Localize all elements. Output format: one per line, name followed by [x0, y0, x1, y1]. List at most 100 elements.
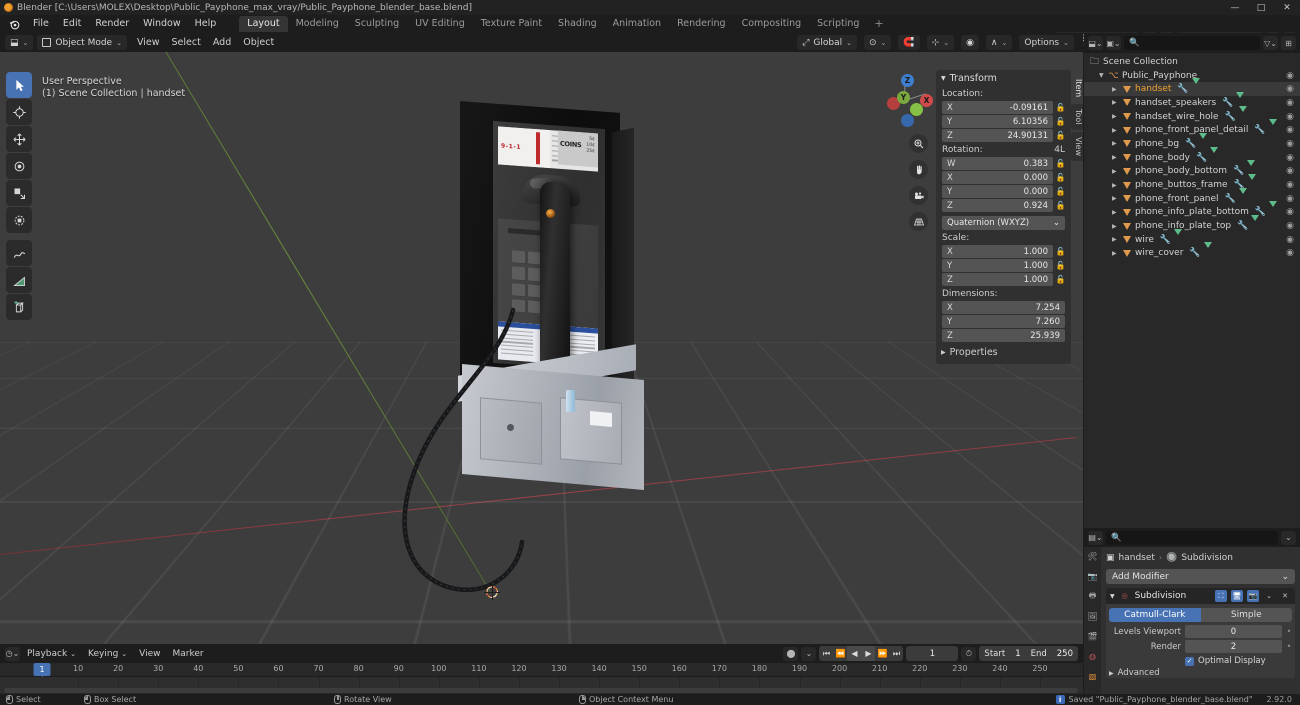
- viewport-options-button[interactable]: Options ⌄: [1019, 35, 1074, 50]
- outliner-row-scene-collection[interactable]: 🗀 Scene Collection: [1084, 55, 1300, 69]
- mesh-data-icon[interactable]: [1238, 187, 1247, 204]
- n-tab-tool[interactable]: Tool: [1071, 104, 1083, 130]
- rotation-w-field[interactable]: W 0.383: [942, 157, 1053, 170]
- tab-layout[interactable]: Layout: [239, 16, 288, 32]
- outliner-row-handset-speakers[interactable]: ▶ handset_speakers 🔧 ◉: [1084, 91, 1300, 110]
- chevron-right-icon[interactable]: ▶: [1112, 99, 1121, 106]
- world-properties-tab[interactable]: ◍: [1086, 650, 1099, 663]
- 3d-viewport[interactable]: 9-1-1 COINS 5¢ 10¢ 25¢ User Perspective …: [0, 52, 1083, 644]
- add-cube-tool[interactable]: [6, 294, 32, 320]
- visibility-eye-icon[interactable]: ◉: [1285, 194, 1295, 204]
- outliner-row-phone-body-bottom[interactable]: ▶ phone_body_bottom 🔧 ◉: [1084, 160, 1300, 179]
- modifier-icon[interactable]: 🔧: [1237, 221, 1248, 231]
- modifier-dropdown-icon[interactable]: ⌄: [1263, 590, 1275, 602]
- viewport-menu-object[interactable]: Object: [237, 37, 280, 48]
- scale-z-field[interactable]: Z 1.000: [942, 273, 1053, 286]
- location-x-field[interactable]: X -0.09161: [942, 101, 1053, 114]
- simple-button[interactable]: Simple: [1200, 608, 1292, 622]
- mesh-data-icon[interactable]: [1174, 228, 1183, 245]
- modifier-icon[interactable]: 🔧: [1196, 153, 1207, 163]
- timeline-editor-type-button[interactable]: ◷⌄: [5, 646, 20, 661]
- chevron-right-icon[interactable]: ▶: [1112, 236, 1121, 243]
- visibility-eye-icon[interactable]: ◉: [1285, 221, 1295, 231]
- outliner-row-phone-info-plate-top[interactable]: ▶ phone_info_plate_top 🔧 ◉: [1084, 215, 1300, 233]
- catmull-clark-button[interactable]: Catmull-Clark: [1109, 608, 1201, 622]
- editor-type-button[interactable]: ⬓ ⌄: [5, 35, 34, 50]
- scale-y-field[interactable]: Y 1.000: [942, 259, 1053, 272]
- chevron-right-icon[interactable]: ▶: [1112, 250, 1121, 257]
- chevron-right-icon[interactable]: ▶: [1112, 195, 1121, 202]
- tab-shading[interactable]: Shading: [550, 16, 605, 32]
- add-modifier-button[interactable]: Add Modifier ⌄: [1106, 569, 1295, 584]
- auto-keying-toggle[interactable]: ⬤: [783, 646, 799, 661]
- maximize-button[interactable]: □: [1248, 0, 1274, 15]
- menu-help[interactable]: Help: [188, 16, 224, 32]
- outliner-row-handset[interactable]: ▶ handset 🔧 ◉: [1084, 78, 1300, 97]
- proportional-edit-toggle[interactable]: ◉: [961, 35, 979, 50]
- play-button[interactable]: ▶: [861, 646, 876, 661]
- use-preview-range-icon[interactable]: ⏱: [961, 646, 977, 661]
- payphone-model[interactable]: 9-1-1 COINS 5¢ 10¢ 25¢: [450, 82, 650, 502]
- jump-to-end-button[interactable]: ⏭: [889, 646, 904, 661]
- modifier-icon[interactable]: 🔧: [1225, 112, 1236, 122]
- gizmo-axis-y-neg[interactable]: [910, 103, 923, 116]
- next-keyframe-button[interactable]: ⏩: [875, 646, 890, 661]
- timeline-menu-keying[interactable]: Keying ⌄: [83, 649, 132, 659]
- timeline-horizontal-scrollbar[interactable]: [4, 688, 1078, 693]
- modifier-icon[interactable]: 🔧: [1254, 125, 1265, 135]
- rotation-z-field[interactable]: Z 0.924: [942, 199, 1053, 212]
- lock-icon[interactable]: 🔓: [1056, 116, 1066, 127]
- outliner-row-phone-info-plate-bottom[interactable]: ▶ phone_info_plate_bottom 🔧 ◉: [1084, 201, 1300, 220]
- snap-toggle[interactable]: 🧲: [898, 35, 920, 50]
- blender-logo-icon[interactable]: [6, 17, 22, 31]
- previous-keyframe-button[interactable]: ⏪: [833, 646, 848, 661]
- chevron-right-icon[interactable]: ▶: [1112, 86, 1121, 93]
- timeline-menu-view[interactable]: View: [134, 649, 165, 659]
- transform-panel-header[interactable]: ▼ Transform: [936, 70, 1071, 86]
- camera-view-icon[interactable]: [909, 186, 928, 205]
- modifier-icon[interactable]: 🔧: [1225, 194, 1236, 204]
- visibility-eye-icon[interactable]: ◉: [1285, 112, 1295, 122]
- outliner-row-handset-wire-hole[interactable]: ▶ handset_wire_hole 🔧 ◉: [1084, 105, 1300, 124]
- modifier-name[interactable]: Subdivision: [1135, 591, 1211, 601]
- optimal-display-checkbox[interactable]: ✓: [1185, 656, 1194, 666]
- outliner-display-mode-button[interactable]: ▣⌄: [1106, 36, 1121, 50]
- outliner-row-phone-body[interactable]: ▶ phone_body 🔧 ◉: [1084, 146, 1300, 165]
- end-frame-value[interactable]: 250: [1052, 649, 1078, 659]
- auto-keying-options[interactable]: ⌄: [801, 646, 817, 661]
- optimal-display-row[interactable]: ✓ Optimal Display: [1185, 656, 1292, 666]
- jump-to-start-button[interactable]: ⏮: [819, 646, 834, 661]
- chevron-right-icon[interactable]: ▶: [1112, 182, 1121, 189]
- modifier-icon[interactable]: 🔧: [1185, 139, 1196, 149]
- transform-orientation-selector[interactable]: ⤢ Global ⌄: [797, 35, 857, 50]
- chevron-down-icon[interactable]: ▼: [1110, 593, 1115, 600]
- breadcrumb-object-label[interactable]: handset: [1119, 553, 1155, 563]
- lock-icon[interactable]: 🔓: [1056, 260, 1066, 271]
- scale-tool[interactable]: [6, 180, 32, 206]
- mesh-data-icon[interactable]: [1269, 201, 1278, 218]
- close-icon[interactable]: ✕: [1279, 590, 1291, 602]
- start-frame-value[interactable]: 1: [1010, 649, 1025, 659]
- lock-icon[interactable]: 🔓: [1056, 246, 1066, 257]
- object-properties-tab[interactable]: ▧: [1086, 670, 1099, 683]
- dimensions-x-field[interactable]: X 7.254: [942, 301, 1065, 314]
- menu-file[interactable]: File: [26, 16, 56, 32]
- scene-properties-tab[interactable]: 🎬: [1086, 630, 1099, 643]
- timeline-ruler[interactable]: 10 20 30 40 50 60 70 80 90 100 110 120 130 140 150 160 1…: [0, 663, 1083, 692]
- lock-icon[interactable]: 🔓: [1056, 158, 1066, 169]
- outliner-row-wire-cover[interactable]: ▶ wire_cover 🔧 ◉: [1084, 242, 1300, 261]
- properties-options-button[interactable]: ⌄: [1281, 530, 1296, 545]
- lock-icon[interactable]: 🔓: [1056, 186, 1066, 197]
- tab-animation[interactable]: Animation: [605, 16, 669, 32]
- lock-icon[interactable]: 🔓: [1056, 172, 1066, 183]
- visibility-eye-icon[interactable]: ◉: [1285, 153, 1295, 163]
- outliner-row-phone-front-panel-detail[interactable]: ▶ phone_front_panel_detail 🔧 ◉: [1084, 119, 1300, 137]
- menu-render[interactable]: Render: [88, 16, 136, 32]
- pan-hand-icon[interactable]: [909, 160, 928, 179]
- chevron-right-icon[interactable]: ▶: [1112, 113, 1121, 120]
- visibility-eye-icon[interactable]: ◉: [1285, 98, 1295, 108]
- mesh-data-icon[interactable]: [1199, 132, 1208, 149]
- cursor-tool[interactable]: [6, 99, 32, 125]
- viewport-menu-view[interactable]: View: [131, 37, 166, 48]
- chevron-down-icon[interactable]: ▼: [1099, 72, 1108, 79]
